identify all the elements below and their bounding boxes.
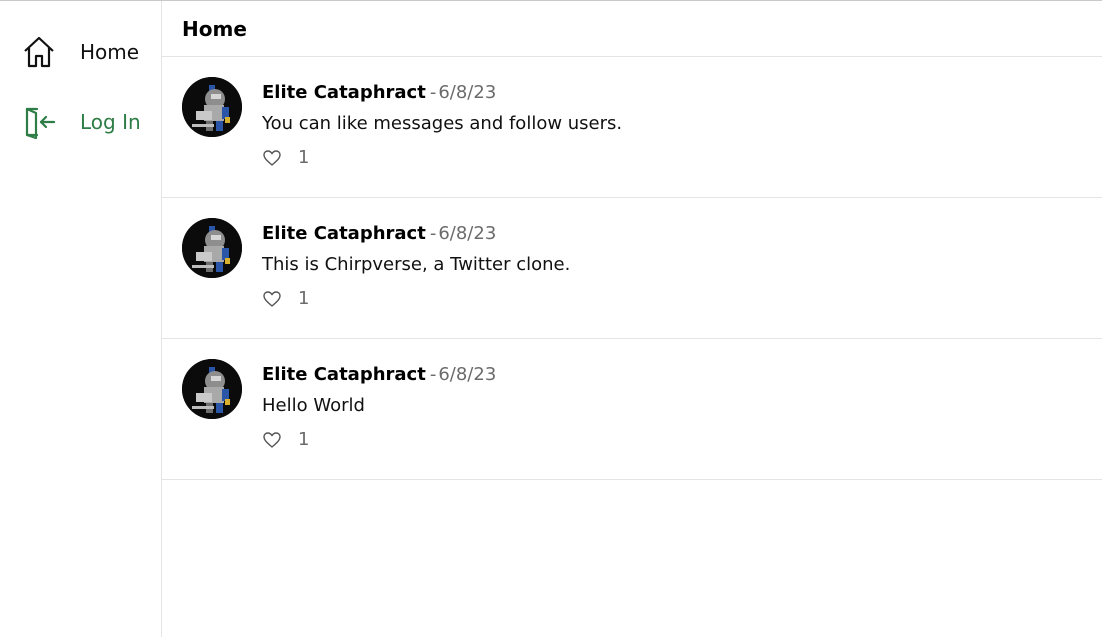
heart-icon[interactable]	[262, 148, 282, 168]
sidebar-item-login[interactable]: Log In	[22, 102, 141, 142]
avatar[interactable]	[182, 218, 242, 278]
post-feed: Elite Cataphract -6/8/23 You can like mes…	[162, 57, 1102, 480]
avatar[interactable]	[182, 77, 242, 137]
post-actions: 1	[262, 288, 309, 309]
post-actions: 1	[262, 429, 309, 450]
page-header: Home	[162, 1, 1102, 57]
post-header: Elite Cataphract -6/8/23	[262, 81, 496, 105]
post-separator: -	[429, 223, 437, 244]
heart-icon[interactable]	[262, 430, 282, 450]
post-separator: -	[429, 82, 437, 103]
post-header: Elite Cataphract -6/8/23	[262, 222, 496, 246]
post-item: Elite Cataphract -6/8/23 You can like mes…	[162, 57, 1102, 198]
post-date: 6/8/23	[438, 223, 497, 244]
post-actions: 1	[262, 147, 309, 168]
post-item: Elite Cataphract -6/8/23 This is Chirpver…	[162, 198, 1102, 339]
sidebar-item-label: Log In	[80, 110, 141, 134]
post-header: Elite Cataphract -6/8/23	[262, 363, 496, 387]
sidebar-item-home[interactable]: Home	[22, 32, 139, 72]
post-author[interactable]: Elite Cataphract	[262, 82, 426, 103]
like-count: 1	[298, 288, 310, 309]
login-icon	[22, 105, 56, 140]
like-count: 1	[298, 429, 310, 450]
post-separator: -	[429, 364, 437, 385]
post-text: This is Chirpverse, a Twitter clone.	[262, 254, 571, 275]
post-date: 6/8/23	[438, 82, 497, 103]
post-text: Hello World	[262, 395, 365, 416]
post-author[interactable]: Elite Cataphract	[262, 364, 426, 385]
home-icon	[22, 35, 56, 69]
post-date: 6/8/23	[438, 364, 497, 385]
like-count: 1	[298, 147, 310, 168]
main-content: Home Elite Cataphract - 6/8/23 You can l…	[162, 1, 1102, 637]
post-author[interactable]: Elite Cataphract	[262, 223, 426, 244]
sidebar: Home Log In	[0, 1, 162, 637]
post-text: You can like messages and follow users.	[262, 113, 623, 134]
sidebar-item-label: Home	[80, 40, 140, 64]
post-item: Elite Cataphract -6/8/23 Hello World 1	[162, 339, 1102, 480]
avatar[interactable]	[182, 359, 242, 419]
app-window: Home Log In Home Elite Cataphract - 6/8/…	[0, 0, 1102, 637]
heart-icon[interactable]	[262, 289, 282, 309]
page-title: Home	[182, 16, 247, 41]
